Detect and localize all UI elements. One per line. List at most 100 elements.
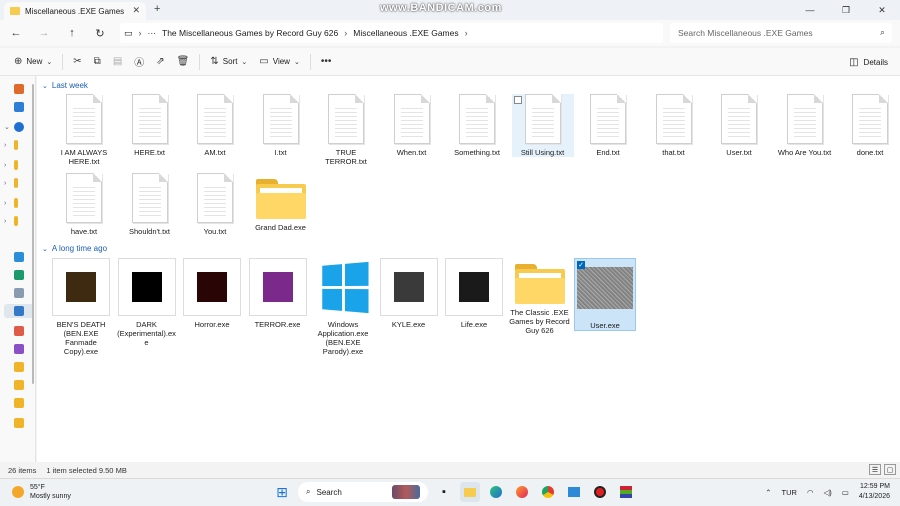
file-item[interactable]: Life.exe <box>443 258 505 329</box>
folder-item[interactable]: The Classic .EXE Games by Record Guy 626 <box>509 258 571 335</box>
weather-widget[interactable]: 55°F Mostly sunny <box>12 483 71 501</box>
list-view-icon[interactable]: ☰ <box>869 464 881 475</box>
rename-button[interactable]: Ⓐ <box>128 51 150 73</box>
delete-button[interactable]: 🗑 <box>171 51 196 73</box>
nav-scrollbar[interactable] <box>32 84 34 384</box>
file-item[interactable]: TERROR.exe <box>247 258 309 329</box>
breadcrumb-current[interactable]: Miscellaneous .EXE Games <box>353 28 458 38</box>
language-indicator[interactable]: TUR <box>782 488 797 497</box>
file-item[interactable]: You.txt <box>184 173 246 236</box>
file-item[interactable]: User.txt <box>708 94 770 157</box>
nav-music[interactable] <box>4 324 34 338</box>
nav-folder-9[interactable] <box>4 416 34 430</box>
nav-home[interactable] <box>4 82 34 96</box>
file-item[interactable]: End.txt <box>577 94 639 157</box>
file-explorer-icon[interactable] <box>460 482 480 502</box>
nav-folder-2[interactable]: › <box>4 158 34 172</box>
edge-icon[interactable] <box>486 482 506 502</box>
file-item[interactable]: that.txt <box>643 94 705 157</box>
wifi-icon[interactable]: ◠ <box>807 488 814 497</box>
battery-icon[interactable]: ▭ <box>842 488 849 497</box>
more-crumbs-icon[interactable]: ··· <box>148 28 157 38</box>
address-bar[interactable]: ▭ › ··· The Miscellaneous Games by Recor… <box>120 23 663 43</box>
forward-arrow-icon[interactable]: → <box>30 21 58 45</box>
recorder-icon[interactable] <box>590 482 610 502</box>
copy-button[interactable]: ⧉ <box>88 51 107 73</box>
file-item[interactable]: have.txt <box>53 173 115 236</box>
start-icon[interactable]: ⊞ <box>272 482 292 502</box>
file-item[interactable]: I.txt <box>250 94 312 157</box>
rename-icon: Ⓐ <box>134 58 145 69</box>
breadcrumb-record-guy[interactable]: The Miscellaneous Games by Record Guy 62… <box>162 28 338 38</box>
file-item[interactable]: TRUE TERROR.txt <box>315 94 377 166</box>
file-item[interactable]: done.txt <box>839 94 900 157</box>
file-item[interactable]: I AM ALWAYS HERE.txt <box>53 94 115 166</box>
nav-onedrive[interactable]: ⌄ <box>4 120 34 134</box>
task-view-icon[interactable]: ▪ <box>434 482 454 502</box>
file-item[interactable]: Something.txt <box>446 94 508 157</box>
nav-videos[interactable] <box>4 342 34 356</box>
nav-desktop[interactable] <box>4 250 34 264</box>
nav-folder-4[interactable]: › <box>4 196 34 210</box>
taskbar-search[interactable]: ⌕ Search <box>298 482 428 502</box>
nav-pictures[interactable] <box>4 304 34 318</box>
paste-button[interactable]: ▤ <box>107 51 128 73</box>
more-options-button[interactable]: ••• <box>315 51 338 73</box>
search-input[interactable]: Search Miscellaneous .EXE Games ⌕ <box>670 23 892 43</box>
group-header-last-week[interactable]: ⌄ Last week <box>42 81 88 90</box>
file-name: You.txt <box>203 227 227 236</box>
tile-view-icon[interactable]: ▢ <box>884 464 896 475</box>
file-item[interactable]: HERE.txt <box>119 94 181 157</box>
refresh-icon[interactable]: ↻ <box>86 21 114 45</box>
folder-icon <box>14 178 18 188</box>
chevron-up-icon[interactable]: ⌃ <box>765 488 771 497</box>
details-pane-icon: ◫ <box>849 56 859 68</box>
chrome-icon[interactable] <box>538 482 558 502</box>
tab-miscellaneous-exe-games[interactable]: Miscellaneous .EXE Games ✕ <box>4 2 146 20</box>
close-window-icon[interactable]: ✕ <box>864 0 900 20</box>
firefox-icon[interactable] <box>512 482 532 502</box>
nav-folder-1[interactable]: › <box>4 138 34 152</box>
select-checkbox[interactable] <box>513 96 522 104</box>
details-button[interactable]: ◫ Details <box>849 51 888 73</box>
file-item[interactable]: Windows Application.exe (BEN.EXE Parody)… <box>312 258 374 356</box>
file-item[interactable]: BEN'S DEATH (BEN.EXE Fanmade Copy).exe <box>50 258 112 356</box>
file-item[interactable]: AM.txt <box>184 94 246 157</box>
back-arrow-icon[interactable]: ← <box>2 21 30 45</box>
nav-gallery[interactable] <box>4 100 34 114</box>
clock[interactable]: 12:59 PM 4/13/2026 <box>859 482 890 502</box>
file-item[interactable]: DARK (Experimental).exe <box>116 258 178 347</box>
nav-folder-7[interactable] <box>4 378 34 392</box>
archive-icon[interactable] <box>616 482 636 502</box>
file-item[interactable]: When.txt <box>381 94 443 157</box>
file-item[interactable]: Who Are You.txt <box>774 94 836 157</box>
up-arrow-icon[interactable]: ↑ <box>58 21 86 45</box>
nav-folder-6[interactable] <box>4 360 34 374</box>
file-item[interactable]: ✓ User.exe <box>574 258 636 331</box>
minimize-icon[interactable]: — <box>792 0 828 20</box>
maximize-icon[interactable]: ❐ <box>828 0 864 20</box>
file-item[interactable]: KYLE.exe <box>378 258 440 329</box>
nav-folder-3[interactable]: › <box>4 176 34 190</box>
sort-button[interactable]: ⇅ Sort ⌄ <box>204 51 253 73</box>
nav-folder-8[interactable] <box>4 396 34 410</box>
cut-button[interactable]: ✂ <box>67 51 87 73</box>
view-button[interactable]: ▭ View ⌄ <box>253 51 306 73</box>
nav-downloads[interactable] <box>4 268 34 282</box>
folder-item[interactable]: Grand Dad.exe <box>250 173 312 232</box>
select-checkbox-checked[interactable]: ✓ <box>577 261 585 269</box>
file-item[interactable]: Shouldn't.txt <box>119 173 181 236</box>
file-item[interactable]: Horror.exe <box>181 258 243 329</box>
photos-icon[interactable] <box>564 482 584 502</box>
new-tab-icon[interactable]: + <box>154 3 160 15</box>
nav-folder-5[interactable]: › <box>4 214 34 228</box>
sort-icon: ⇅ <box>210 56 219 67</box>
nav-documents[interactable] <box>4 286 34 300</box>
close-tab-icon[interactable]: ✕ <box>132 5 140 16</box>
speaker-icon[interactable]: ◁) <box>823 488 831 497</box>
share-button[interactable]: ⇗ <box>150 51 170 73</box>
system-tray: ⌃ TUR ◠ ◁) ▭ 12:59 PM 4/13/2026 <box>765 482 890 502</box>
new-button[interactable]: ⊕ New ⌄ <box>8 51 58 73</box>
group-header-long-ago[interactable]: ⌄ A long time ago <box>42 244 107 253</box>
file-item[interactable]: Still Using.txt <box>511 94 574 157</box>
